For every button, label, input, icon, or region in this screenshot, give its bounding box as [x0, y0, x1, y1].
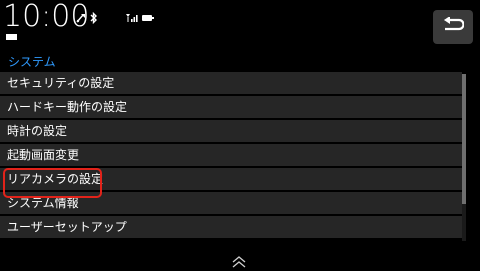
status-icons [76, 11, 154, 25]
scrollbar-thumb[interactable] [462, 74, 466, 204]
menu-item-clock-settings[interactable]: 時計の設定 [0, 120, 462, 142]
screen: 10:00 システム セキュリティの設定 ハードキー動作の設定 時計の設定 起動… [0, 0, 480, 271]
double-chevron-up-icon[interactable] [231, 254, 247, 268]
highlight-box [3, 168, 102, 198]
menu-item-label: 起動画面変更 [7, 148, 80, 162]
back-button[interactable] [433, 10, 473, 44]
section-title: システム [8, 55, 56, 69]
usb-icon [76, 12, 86, 24]
menu-item-hardkey-settings[interactable]: ハードキー動作の設定 [0, 96, 462, 118]
clock-indicator [6, 34, 17, 40]
menu-item-label: 時計の設定 [7, 124, 68, 138]
status-bar: 10:00 [0, 0, 480, 50]
return-arrow-icon [442, 16, 465, 37]
menu-item-label: ユーザーセットアップ [7, 220, 127, 234]
battery-icon [142, 14, 154, 22]
menu-list: セキュリティの設定 ハードキー動作の設定 時計の設定 起動画面変更 リアカメラの… [0, 72, 462, 240]
section-header: システム [0, 50, 480, 72]
menu-item-label: セキュリティの設定 [7, 76, 115, 90]
signal-icon [126, 13, 138, 23]
menu-item-user-setup[interactable]: ユーザーセットアップ [0, 216, 462, 238]
menu-item-label: システム情報 [7, 196, 79, 210]
menu-item-startup-screen[interactable]: 起動画面変更 [0, 144, 462, 166]
menu-item-security-settings[interactable]: セキュリティの設定 [0, 72, 462, 94]
scrollbar[interactable] [462, 74, 466, 241]
bluetooth-icon [90, 12, 98, 24]
menu-item-label: ハードキー動作の設定 [7, 100, 128, 114]
